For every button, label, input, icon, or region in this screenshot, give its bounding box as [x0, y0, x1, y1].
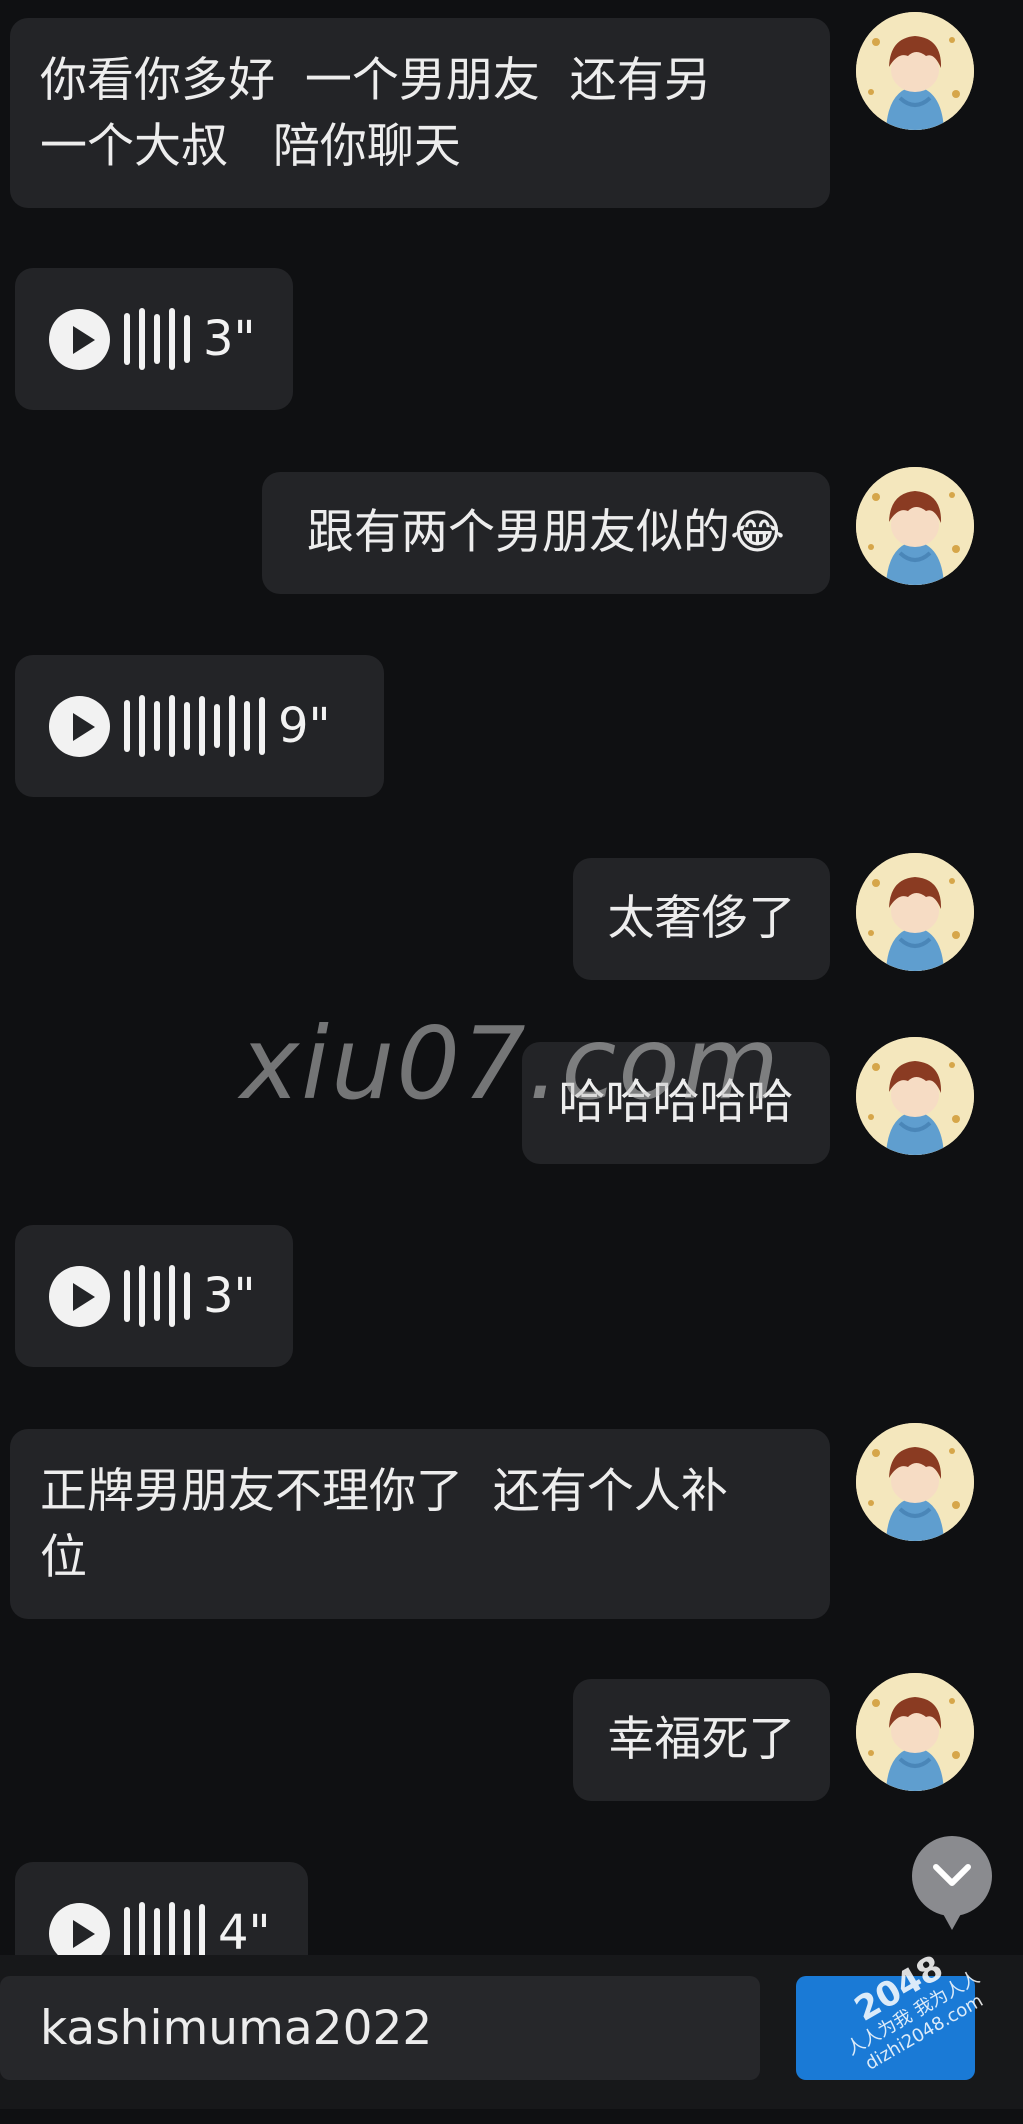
voice-duration: 9"	[278, 698, 331, 754]
avatar[interactable]	[856, 12, 974, 130]
voice-duration: 3"	[203, 1268, 256, 1324]
avatar[interactable]	[856, 1037, 974, 1155]
message-bubble[interactable]: 幸福死了	[573, 1679, 830, 1801]
waveform	[124, 691, 274, 761]
chat-message-list[interactable]: 你看你多好 一个男朋友 还有另 一个大叔 陪你聊天 3" 跟有两个男朋友似的😂	[0, 0, 1023, 1955]
avatar[interactable]	[856, 467, 974, 585]
composer-bar: kashimuma2022	[0, 1955, 1023, 2109]
send-button[interactable]	[796, 1976, 975, 2080]
avatar[interactable]	[856, 1673, 974, 1791]
play-icon[interactable]	[49, 1902, 110, 1955]
avatar[interactable]	[856, 1423, 974, 1541]
message-bubble[interactable]: 你看你多好 一个男朋友 还有另 一个大叔 陪你聊天	[10, 18, 830, 208]
voice-message[interactable]: 3"	[15, 268, 293, 410]
avatar-image	[856, 1037, 974, 1155]
avatar[interactable]	[856, 853, 974, 971]
play-icon[interactable]	[49, 308, 110, 370]
avatar-image	[856, 1673, 974, 1791]
message-bubble[interactable]: 正牌男朋友不理你了 还有个人补 位	[10, 1429, 830, 1619]
avatar-image	[856, 12, 974, 130]
avatar-image	[856, 1423, 974, 1541]
voice-message[interactable]: 3"	[15, 1225, 293, 1367]
waveform	[124, 1898, 214, 1955]
waveform	[124, 1261, 199, 1331]
waveform	[124, 304, 199, 374]
message-bubble[interactable]: 跟有两个男朋友似的😂	[262, 472, 830, 594]
avatar-image	[856, 853, 974, 971]
voice-duration: 4"	[218, 1905, 271, 1955]
chevron-down-icon	[933, 1864, 971, 1886]
voice-duration: 3"	[203, 311, 256, 367]
avatar-image	[856, 467, 974, 585]
voice-message[interactable]: 4"	[15, 1862, 308, 1955]
message-bubble[interactable]: 哈哈哈哈哈	[522, 1042, 830, 1164]
voice-message[interactable]: 9"	[15, 655, 384, 797]
message-bubble[interactable]: 太奢侈了	[573, 858, 830, 980]
message-input[interactable]: kashimuma2022	[0, 1976, 760, 2080]
play-icon[interactable]	[49, 695, 110, 757]
scroll-to-bottom-button[interactable]	[912, 1836, 992, 1930]
play-icon[interactable]	[49, 1265, 110, 1327]
